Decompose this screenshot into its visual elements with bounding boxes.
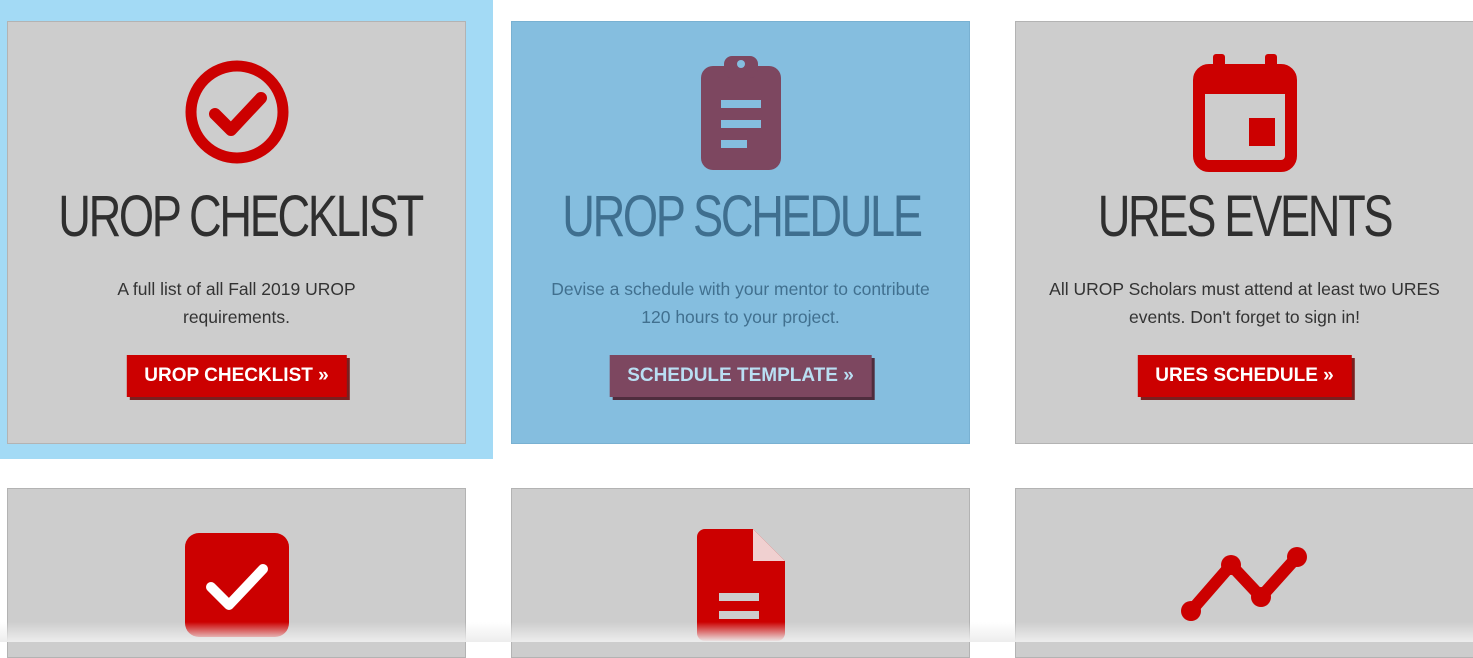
card-description: A full list of all Fall 2019 UROP requir… bbox=[117, 279, 356, 327]
clipboard-icon bbox=[512, 50, 969, 174]
card-urop-checklist: UROP CHECKLIST A full list of all Fall 2… bbox=[7, 21, 466, 444]
card-description: Devise a schedule with your mentor to co… bbox=[551, 279, 930, 327]
check-circle-icon bbox=[8, 58, 465, 166]
card-title: URES EVENTS bbox=[1097, 184, 1394, 249]
bottom-fade bbox=[0, 622, 1473, 642]
schedule-template-button[interactable]: SCHEDULE TEMPLATE » bbox=[609, 355, 872, 397]
card-description: All UROP Scholars must attend at least t… bbox=[1049, 279, 1440, 327]
card-urop-schedule: UROP SCHEDULE Devise a schedule with you… bbox=[511, 21, 970, 444]
urop-checklist-button[interactable]: UROP CHECKLIST » bbox=[126, 355, 347, 397]
card-ures-events: URES EVENTS All UROP Scholars must atten… bbox=[1015, 21, 1473, 444]
card-title: UROP SCHEDULE bbox=[562, 184, 923, 249]
card-title: UROP CHECKLIST bbox=[58, 184, 424, 249]
line-graph-icon bbox=[1016, 545, 1473, 625]
ures-schedule-button[interactable]: URES SCHEDULE » bbox=[1137, 355, 1352, 397]
calendar-icon bbox=[1016, 50, 1473, 174]
